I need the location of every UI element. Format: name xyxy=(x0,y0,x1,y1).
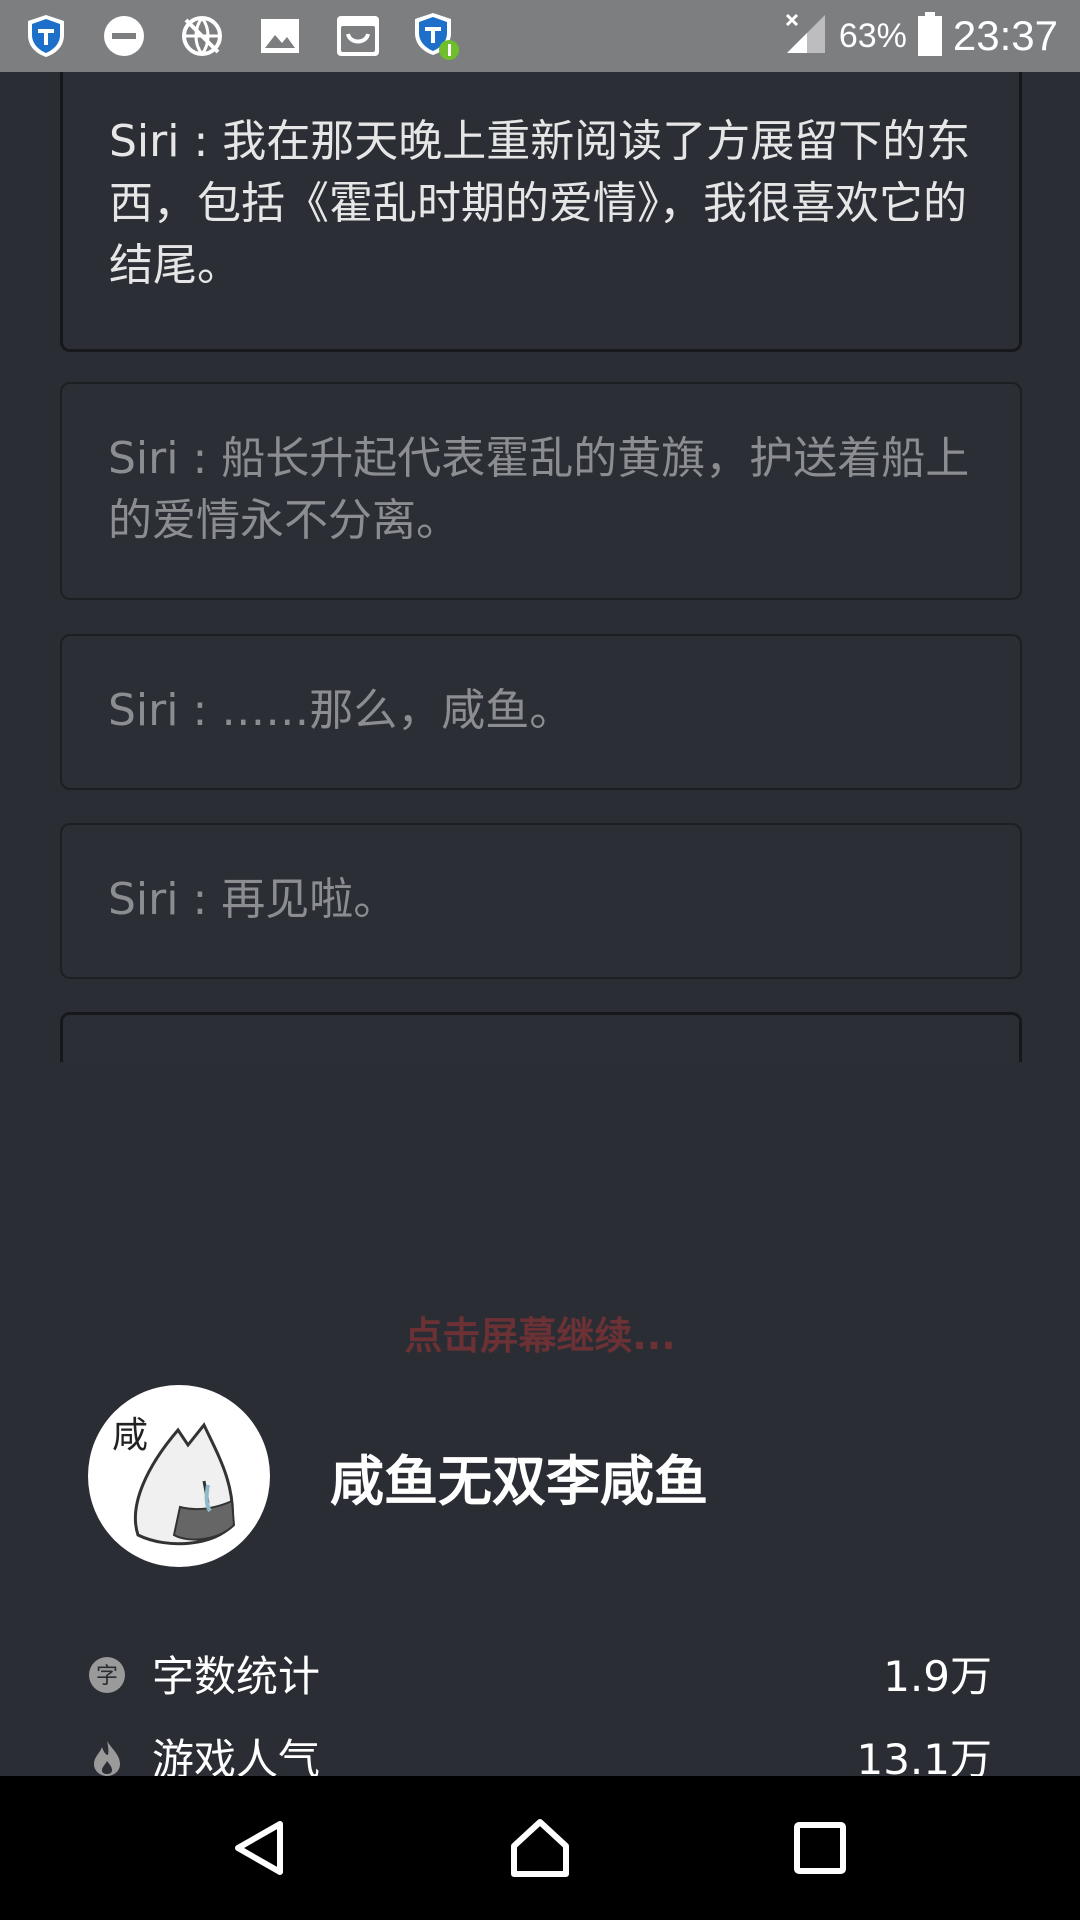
author-name: 咸鱼无双李咸鱼 xyxy=(330,1449,708,1513)
avatar-char: 咸 xyxy=(112,1415,148,1456)
recents-icon xyxy=(794,1822,846,1874)
do-not-disturb-icon xyxy=(100,12,148,60)
home-icon xyxy=(511,1819,569,1877)
dialog-box xyxy=(60,1012,1022,1062)
image-icon xyxy=(256,12,304,60)
stat-label: 字数统计 xyxy=(152,1652,321,1701)
word-count-icon: 字 xyxy=(88,1655,126,1693)
dialog-box: Siri : ……那么，咸鱼。 xyxy=(60,634,1022,790)
dialog-box: Siri : 再见啦。 xyxy=(60,823,1022,979)
no-network-icon xyxy=(178,12,226,60)
dialog-text: Siri : 船长升起代表霍乱的黄旗，护送着船上的爱情永不分离。 xyxy=(108,433,970,546)
dialog-text: Siri : 我在那天晚上重新阅读了方展留下的东西，包括《霍乱时期的爱情》，我很… xyxy=(109,116,971,291)
back-button[interactable] xyxy=(220,1808,300,1888)
recents-button[interactable] xyxy=(780,1808,860,1888)
stat-value: 1.9万 xyxy=(883,1652,992,1701)
battery-icon xyxy=(917,11,943,61)
dialog-history[interactable]: Siri : 我在那天晚上重新阅读了方展留下的东西，包括《霍乱时期的爱情》，我很… xyxy=(0,72,1080,1062)
shopping-icon xyxy=(334,12,382,60)
shield-update-icon xyxy=(412,12,460,60)
navigation-bar xyxy=(0,1776,1080,1920)
signal-icon xyxy=(783,11,829,61)
dialog-text: Siri : 再见啦。 xyxy=(108,874,398,925)
status-bar: 63% 23:37 xyxy=(0,0,1080,72)
clock: 23:37 xyxy=(952,12,1058,59)
author-card[interactable]: 咸 咸鱼无双李咸鱼 xyxy=(88,1385,708,1567)
back-icon xyxy=(235,1821,283,1875)
continue-hint[interactable]: 点击屏幕继续... xyxy=(0,1305,1080,1360)
fire-icon xyxy=(88,1738,126,1776)
shield-icon xyxy=(22,12,70,60)
dialog-text: Siri : ……那么，咸鱼。 xyxy=(108,685,574,736)
svg-text:字: 字 xyxy=(96,1664,118,1689)
dialog-box: Siri : 船长升起代表霍乱的黄旗，护送着船上的爱情永不分离。 xyxy=(60,382,1022,600)
avatar[interactable]: 咸 xyxy=(88,1385,270,1567)
battery-percent: 63% xyxy=(838,16,907,55)
home-button[interactable] xyxy=(500,1808,580,1888)
dialog-box: Siri : 我在那天晚上重新阅读了方展留下的东西，包括《霍乱时期的爱情》，我很… xyxy=(60,72,1022,352)
stat-word-count: 字 字数统计 1.9万 xyxy=(88,1643,992,1704)
